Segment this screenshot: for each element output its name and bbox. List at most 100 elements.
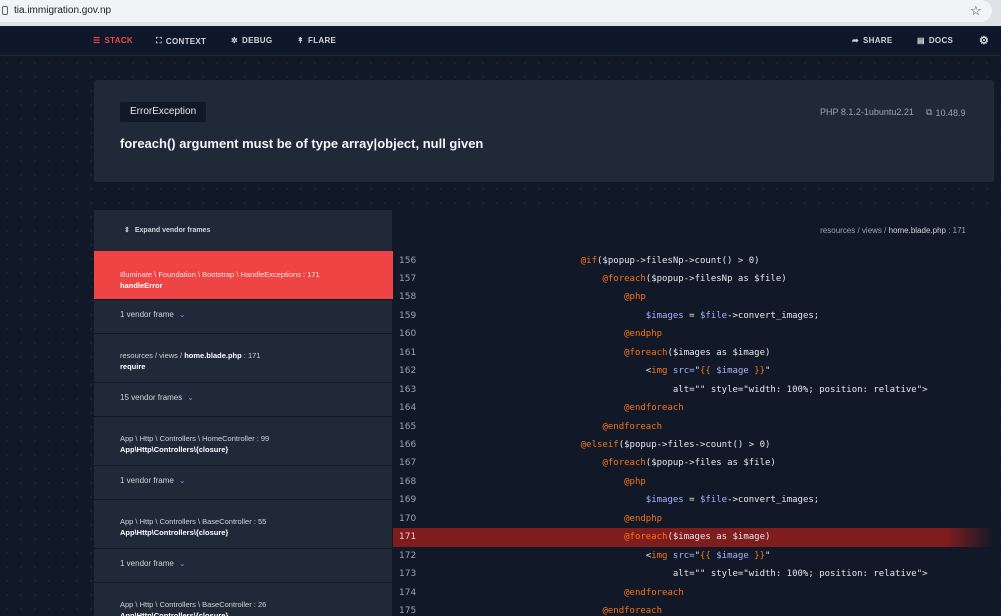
vendor-frames-toggle[interactable]: 15 vendor frames ⌄ <box>94 382 393 416</box>
code-line: 169 $images = $file->convert_images; <box>393 491 994 509</box>
code-line: 168 @php <box>393 473 994 491</box>
vendor-frames-toggle[interactable]: 1 vendor frame ⌄ <box>94 299 393 333</box>
settings-button[interactable]: ⚙ <box>979 34 989 47</box>
share-label: SHARE <box>863 36 893 45</box>
line-number[interactable]: 170 <box>399 510 416 528</box>
chevron-down-icon: ⌄ <box>187 393 194 402</box>
line-number[interactable]: 173 <box>399 565 416 583</box>
line-number[interactable]: 158 <box>399 288 416 306</box>
url-text[interactable]: tia.immigration.gov.np <box>14 5 111 16</box>
site-info-icon[interactable] <box>2 6 8 15</box>
code-text: <img src="{{ $image }}" <box>645 366 771 377</box>
line-number[interactable]: 157 <box>399 270 416 288</box>
code-line: 163 alt="" style="width: 100%; position: … <box>393 381 994 399</box>
vendor-count-text: 1 vendor frame <box>120 559 174 568</box>
chevron-down-icon: ⌄ <box>178 476 186 485</box>
line-number[interactable]: 174 <box>399 584 416 602</box>
code-text: alt="" style="width: 100%; position: rel… <box>672 569 928 580</box>
frame-function: require <box>120 362 146 371</box>
code-line: 171 @foreach($images as $image) <box>393 528 994 547</box>
code-text: @endforeach <box>624 403 684 414</box>
docs-button[interactable]: ▤ DOCS <box>917 36 953 45</box>
stack-icon: ☰ <box>93 36 101 45</box>
stack-frame[interactable]: App \ Http \ Controllers \ BaseControlle… <box>94 582 393 616</box>
code-line: 172 <img src="{{ $image }}" <box>393 547 994 565</box>
code-text: @foreach($images as $image) <box>624 532 771 543</box>
vendor-count-text: 1 vendor frame <box>120 476 174 485</box>
docs-label: DOCS <box>928 36 954 45</box>
tab-debug[interactable]: ✲ DEBUG <box>231 36 272 45</box>
code-line: 162 <img src="{{ $image }}" <box>393 362 994 380</box>
tab-flare[interactable]: ↟ FLARE <box>297 36 336 45</box>
chevron-down-icon: ⌄ <box>178 559 186 568</box>
line-number[interactable]: 159 <box>399 307 416 325</box>
stack-frame[interactable]: Illuminate \ Foundation \ Bootstrap \ Ha… <box>94 251 393 299</box>
frame-path: App \ Http \ Controllers \ BaseControlle… <box>120 600 267 609</box>
code-text: @endforeach <box>602 606 663 616</box>
vendor-frames-toggle[interactable]: 1 vendor frame ⌄ <box>94 548 393 582</box>
line-number[interactable]: 171 <box>399 528 416 546</box>
code-text: @elseif($popup->files->count() > 0) <box>580 440 771 450</box>
line-number[interactable]: 161 <box>399 344 416 362</box>
expand-label: Expand vendor frames <box>134 226 211 234</box>
code-text: @php <box>624 476 646 487</box>
frame-path: Illuminate \ Foundation \ Bootstrap \ Ha… <box>120 270 320 279</box>
line-number[interactable]: 165 <box>399 418 416 436</box>
code-line: 167 @foreach($popup->files as $file) <box>393 454 994 472</box>
code-viewer: resources / views / home.blade.php : 171… <box>393 210 994 616</box>
chevron-down-icon: ⌄ <box>178 310 186 319</box>
tab-flare-label: FLARE <box>308 36 337 45</box>
expand-vendor-frames-button[interactable]: ⇕ Expand vendor frames <box>124 226 211 235</box>
line-number[interactable]: 166 <box>399 436 416 454</box>
stack-frame[interactable]: App \ Http \ Controllers \ HomeControlle… <box>94 416 393 465</box>
flare-icon: ↟ <box>297 36 305 45</box>
line-number[interactable]: 172 <box>399 547 416 565</box>
bookmark-star-icon[interactable]: ☆ <box>970 3 982 19</box>
line-number[interactable]: 168 <box>399 473 416 491</box>
line-number[interactable]: 175 <box>399 602 416 616</box>
frame-function: App\Http\Controllers\{closure} <box>120 445 229 454</box>
code-file-path: resources / views / home.blade.php : 171 <box>820 226 966 235</box>
stack-frame[interactable]: resources / views / home.blade.php : 171… <box>94 333 393 382</box>
vendor-frames-label: 1 vendor frame ⌄ <box>120 310 393 319</box>
code-text: $images = $file->convert_images; <box>645 310 820 321</box>
code-text: $images = $file->convert_images; <box>645 495 820 506</box>
code-text: @endphp <box>624 513 663 524</box>
error-message: foreach() argument must be of type array… <box>120 136 484 151</box>
code-text: @php <box>624 292 646 303</box>
code-file-prefix: resources / views / <box>820 226 889 235</box>
address-bar[interactable]: tia.immigration.gov.np <box>0 0 992 22</box>
code-line: 164 @endforeach <box>393 399 994 417</box>
bug-icon: ✲ <box>231 36 239 45</box>
vendor-frames-label: 1 vendor frame ⌄ <box>120 559 393 568</box>
share-button[interactable]: ➦ SHARE <box>852 36 893 45</box>
code-text: @if($popup->filesNp->count() > 0) <box>580 255 760 266</box>
code-line: 161 @foreach($images as $image) <box>393 344 994 362</box>
frame-function: App\Http\Controllers\{closure} <box>120 611 229 616</box>
vendor-frames-toggle[interactable]: 1 vendor frame ⌄ <box>94 465 393 499</box>
frame-path: App \ Http \ Controllers \ BaseControlle… <box>120 517 267 526</box>
line-number[interactable]: 160 <box>399 325 416 343</box>
code-line: 173 alt="" style="width: 100%; position: … <box>393 565 994 583</box>
code-text: alt="" style="width: 100%; position: rel… <box>672 384 928 395</box>
stack-frame[interactable]: App \ Http \ Controllers \ BaseControlle… <box>94 499 393 548</box>
line-number[interactable]: 162 <box>399 362 416 380</box>
tab-context[interactable]: ⛶ CONTEXT <box>156 36 206 46</box>
laravel-version-text: 10.48.9 <box>935 107 966 118</box>
vendor-frames-label: 1 vendor frame ⌄ <box>120 476 393 485</box>
line-number[interactable]: 163 <box>399 381 416 399</box>
code-line: 157 @foreach($popup->filesNp as $file) <box>393 270 994 288</box>
line-number[interactable]: 164 <box>399 399 416 417</box>
code-line: 165 @endforeach <box>393 418 994 436</box>
line-number[interactable]: 156 <box>399 252 416 270</box>
code-line: 175 @endforeach <box>393 602 994 616</box>
php-version: PHP 8.1.2-1ubuntu2.21 <box>820 107 914 117</box>
tab-stack[interactable]: ☰ STACK <box>93 36 133 45</box>
frame-function: handleError <box>120 281 163 290</box>
code-text: @foreach($images as $image) <box>624 347 771 358</box>
line-number[interactable]: 167 <box>399 454 416 472</box>
line-number[interactable]: 169 <box>399 491 416 509</box>
tab-stack-label: STACK <box>104 36 133 45</box>
vendor-frames-label: 15 vendor frames ⌄ <box>120 393 393 402</box>
code-line: 174 @endforeach <box>393 584 994 602</box>
